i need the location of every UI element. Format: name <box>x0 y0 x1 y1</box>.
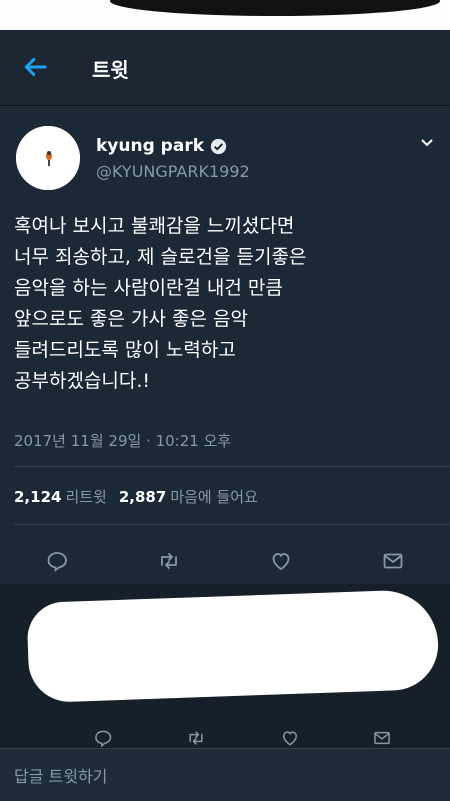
tweet-text-line: 음악을 하는 사람이란걸 내건 만큼 <box>14 277 283 299</box>
reply-icon[interactable] <box>45 549 69 573</box>
retweet-icon[interactable] <box>157 549 181 573</box>
back-arrow-icon[interactable] <box>20 52 50 82</box>
like-label[interactable]: 마음에 들어요 <box>170 488 258 506</box>
author-name[interactable]: kyung park <box>96 136 204 156</box>
divider <box>14 524 450 525</box>
reply-composer[interactable]: 답글 트윗하기 <box>0 748 450 801</box>
reply-icon[interactable] <box>93 728 113 748</box>
tweet-text-line: 너무 죄송하고, 제 슬로건을 듣기좋은 <box>14 246 307 268</box>
chevron-down-icon[interactable] <box>420 136 434 150</box>
tweet-text-line: 들려드리도록 많이 노력하고 <box>14 339 236 361</box>
engagement-stats: 2,124 리트윗 2,887 마음에 들어요 <box>14 486 258 507</box>
tweet-timestamp: 2017년 11월 29일 · 10:21 오후 <box>14 432 232 450</box>
app-bar: 트윗 <box>0 30 450 106</box>
avatar-image <box>16 126 80 190</box>
tweet-text: 혹여나 보시고 불쾌감을 느끼셨다면 너무 죄송하고, 제 슬로건을 듣기좋은 … <box>14 211 439 397</box>
page-title: 트윗 <box>92 58 129 82</box>
retweet-icon[interactable] <box>186 728 206 748</box>
author-row: kyung park <box>96 136 227 156</box>
author-handle[interactable]: @KYUNGPARK1992 <box>96 162 250 181</box>
divider <box>14 466 450 467</box>
retweet-label[interactable]: 리트윗 <box>65 488 106 506</box>
reply-input-placeholder[interactable]: 답글 트윗하기 <box>14 763 107 787</box>
redaction-blob <box>26 588 440 704</box>
tweet-actions <box>0 541 450 581</box>
heart-icon[interactable] <box>280 728 300 748</box>
heart-icon[interactable] <box>269 549 293 573</box>
avatar[interactable] <box>16 126 80 190</box>
reply-actions <box>0 728 450 748</box>
verified-badge-icon <box>210 138 227 154</box>
tweet-text-line: 혹여나 보시고 불쾌감을 느끼셨다면 <box>14 215 295 237</box>
envelope-icon[interactable] <box>381 549 405 573</box>
tweet-text-line: 앞으로도 좋은 가사 좋은 음악 <box>14 308 248 330</box>
like-count[interactable]: 2,887 <box>119 488 166 506</box>
retweet-count[interactable]: 2,124 <box>14 488 61 506</box>
tweet-text-line: 공부하겠습니다.! <box>14 370 151 392</box>
envelope-icon[interactable] <box>372 728 392 748</box>
tweet-card: kyung park @KYUNGPARK1992 혹여나 보시고 불쾌감을 느… <box>0 106 450 584</box>
